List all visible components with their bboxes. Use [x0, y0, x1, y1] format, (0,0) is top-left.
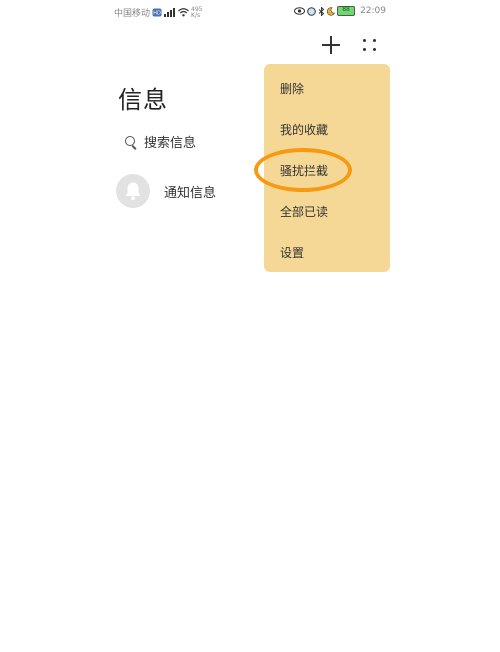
- menu-item-delete[interactable]: 删除: [280, 80, 304, 97]
- conversation-label: 通知信息: [164, 185, 217, 201]
- menu-item-settings[interactable]: 设置: [280, 244, 304, 261]
- signal-icon: [164, 8, 176, 17]
- network-speed-unit: K/s: [191, 11, 201, 19]
- hd-icon: HD: [152, 8, 162, 17]
- page-title: 信息: [118, 86, 168, 114]
- menu-item-mark-all-read[interactable]: 全部已读: [280, 203, 328, 220]
- avatar: [116, 174, 150, 208]
- search-placeholder: 搜索信息: [144, 136, 197, 151]
- bluetooth-icon: [318, 6, 325, 16]
- clock: 22:09: [360, 6, 386, 16]
- sync-icon: [307, 6, 316, 16]
- moon-icon: [327, 6, 336, 16]
- wifi-icon: [178, 8, 189, 17]
- eye-icon: [294, 7, 306, 15]
- search-bar[interactable]: 搜索信息: [124, 132, 196, 151]
- conversation-item[interactable]: 通知信息: [116, 174, 216, 208]
- more-icon-dot: [373, 48, 376, 51]
- svg-text:HD: HD: [153, 11, 161, 17]
- more-icon-dot: [363, 39, 366, 42]
- status-bar-left: 中国移动 HD 495 K/s: [114, 6, 202, 19]
- battery-level: 88: [342, 6, 350, 13]
- new-message-button[interactable]: [320, 34, 342, 56]
- more-options-button[interactable]: [360, 36, 380, 56]
- phone-screen: 中国移动 HD 495 K/s 88 22:09 信息 搜索信息 通知信息 删除…: [108, 0, 392, 652]
- highlight-ring: [254, 148, 352, 192]
- search-icon: [124, 135, 138, 150]
- status-bar-right: 88 22:09: [294, 6, 386, 16]
- more-icon-dot: [363, 48, 366, 51]
- menu-item-favorites[interactable]: 我的收藏: [280, 121, 328, 138]
- status-bar: 中国移动 HD 495 K/s 88 22:09: [108, 0, 392, 24]
- network-speed: 495 K/s: [191, 6, 202, 19]
- battery-icon: 88: [337, 6, 356, 16]
- carrier-label: 中国移动: [114, 9, 151, 19]
- more-icon-dot: [373, 39, 376, 42]
- bell-icon: [125, 182, 141, 201]
